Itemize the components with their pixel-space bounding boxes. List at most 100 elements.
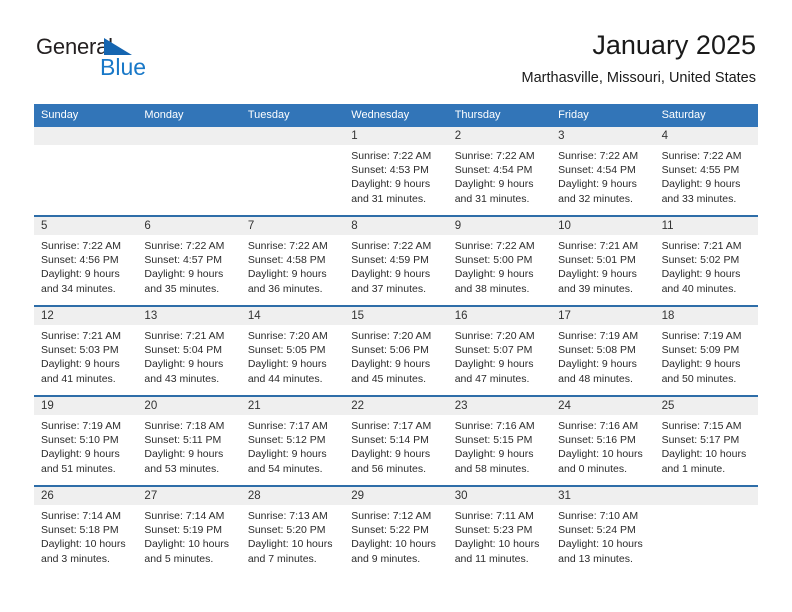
sunset-text: Sunset: 5:20 PM — [247, 524, 326, 537]
sunset-text: Sunset: 4:55 PM — [661, 164, 740, 177]
day-cell[interactable]: 5 Sunrise: 7:22 AM Sunset: 4:56 PM Dayli… — [34, 217, 138, 305]
sunrise-text: Sunrise: 7:19 AM — [661, 330, 742, 342]
day-info: Sunrise: 7:10 AM Sunset: 5:24 PM Dayligh… — [551, 505, 654, 566]
sunset-text: Sunset: 5:01 PM — [558, 254, 636, 267]
daylight-text-line1: Daylight: 9 hours — [661, 268, 741, 281]
daylight-text-line1: Daylight: 9 hours — [41, 358, 120, 371]
day-number: 5 — [34, 217, 138, 235]
day-cell[interactable]: 12 Sunrise: 7:21 AM Sunset: 5:03 PM Dayl… — [34, 307, 138, 395]
sunrise-text: Sunrise: 7:17 AM — [351, 420, 432, 432]
brand-name-blue: Blue — [100, 54, 147, 80]
daylight-text-line1: Daylight: 10 hours — [351, 538, 436, 551]
day-cell[interactable]: 31 Sunrise: 7:10 AM Sunset: 5:24 PM Dayl… — [551, 487, 655, 575]
sunrise-text: Sunrise: 7:19 AM — [41, 420, 121, 432]
day-info: Sunrise: 7:17 AM Sunset: 5:12 PM Dayligh… — [241, 415, 344, 476]
location-subtitle: Marthasville, Missouri, United States — [521, 70, 757, 86]
sunrise-text: Sunrise: 7:22 AM — [661, 150, 742, 162]
day-cell[interactable]: 4 Sunrise: 7:22 AM Sunset: 4:55 PM Dayli… — [654, 127, 758, 215]
day-number: 29 — [344, 487, 448, 505]
day-info: Sunrise: 7:15 AM Sunset: 5:17 PM Dayligh… — [655, 415, 758, 476]
day-cell[interactable]: 1 Sunrise: 7:22 AM Sunset: 4:53 PM Dayli… — [344, 127, 448, 215]
day-cell[interactable]: 19 Sunrise: 7:19 AM Sunset: 5:10 PM Dayl… — [34, 397, 138, 485]
day-cell[interactable]: 29 Sunrise: 7:12 AM Sunset: 5:22 PM Dayl… — [344, 487, 448, 575]
day-cell[interactable]: 13 Sunrise: 7:21 AM Sunset: 5:04 PM Dayl… — [137, 307, 241, 395]
day-cell[interactable]: 11 Sunrise: 7:21 AM Sunset: 5:02 PM Dayl… — [654, 217, 758, 305]
day-info: Sunrise: 7:22 AM Sunset: 4:59 PM Dayligh… — [344, 235, 447, 296]
calendar-page: General Blue January 2025 Marthasville, … — [0, 0, 792, 612]
day-number: 1 — [344, 127, 448, 145]
day-cell[interactable]: 30 Sunrise: 7:11 AM Sunset: 5:23 PM Dayl… — [447, 487, 552, 575]
daylight-text-line2: and 50 minutes. — [661, 372, 737, 385]
day-cell[interactable]: 26 Sunrise: 7:14 AM Sunset: 5:18 PM Dayl… — [34, 487, 138, 575]
day-info: Sunrise: 7:16 AM Sunset: 5:16 PM Dayligh… — [551, 415, 654, 476]
day-cell[interactable]: 9 Sunrise: 7:22 AM Sunset: 5:00 PM Dayli… — [447, 217, 552, 305]
day-cell[interactable]: 28 Sunrise: 7:13 AM Sunset: 5:20 PM Dayl… — [240, 487, 345, 575]
day-info: Sunrise: 7:22 AM Sunset: 4:56 PM Dayligh… — [34, 235, 137, 296]
daylight-text-line1: Daylight: 9 hours — [144, 448, 224, 461]
sunset-text: Sunset: 5:05 PM — [247, 344, 326, 357]
day-cell[interactable]: 14 Sunrise: 7:20 AM Sunset: 5:05 PM Dayl… — [240, 307, 345, 395]
day-cell[interactable]: 24 Sunrise: 7:16 AM Sunset: 5:16 PM Dayl… — [551, 397, 655, 485]
daylight-text-line1: Daylight: 9 hours — [661, 178, 741, 191]
sunset-text: Sunset: 5:15 PM — [454, 434, 533, 447]
sunrise-text: Sunrise: 7:20 AM — [454, 330, 535, 342]
daylight-text-line2: and 41 minutes. — [41, 372, 116, 385]
sunrise-text: Sunrise: 7:16 AM — [454, 420, 535, 432]
daylight-text-line2: and 13 minutes. — [558, 552, 633, 565]
day-info: Sunrise: 7:18 AM Sunset: 5:11 PM Dayligh… — [137, 415, 240, 476]
day-info: Sunrise: 7:22 AM Sunset: 4:57 PM Dayligh… — [137, 235, 240, 296]
day-cell[interactable]: 21 Sunrise: 7:17 AM Sunset: 5:12 PM Dayl… — [240, 397, 345, 485]
day-cell[interactable]: 25 Sunrise: 7:15 AM Sunset: 5:17 PM Dayl… — [654, 397, 758, 485]
day-cell[interactable]: 10 Sunrise: 7:21 AM Sunset: 5:01 PM Dayl… — [551, 217, 655, 305]
day-number — [137, 127, 241, 145]
daylight-text-line1: Daylight: 9 hours — [661, 358, 741, 371]
daylight-text-line1: Daylight: 10 hours — [558, 538, 643, 551]
sunset-text: Sunset: 5:11 PM — [144, 434, 222, 447]
day-cell[interactable]: 22 Sunrise: 7:17 AM Sunset: 5:14 PM Dayl… — [344, 397, 448, 485]
day-cell[interactable]: 27 Sunrise: 7:14 AM Sunset: 5:19 PM Dayl… — [137, 487, 241, 575]
sunset-text: Sunset: 4:54 PM — [454, 164, 533, 177]
day-info: Sunrise: 7:19 AM Sunset: 5:09 PM Dayligh… — [655, 325, 758, 386]
sunset-text: Sunset: 4:54 PM — [558, 164, 636, 177]
day-info: Sunrise: 7:14 AM Sunset: 5:19 PM Dayligh… — [137, 505, 240, 566]
day-cell[interactable]: 16 Sunrise: 7:20 AM Sunset: 5:07 PM Dayl… — [447, 307, 552, 395]
daylight-text-line1: Daylight: 9 hours — [144, 358, 224, 371]
day-info: Sunrise: 7:22 AM Sunset: 4:53 PM Dayligh… — [344, 145, 447, 206]
day-cell[interactable]: 2 Sunrise: 7:22 AM Sunset: 4:54 PM Dayli… — [447, 127, 552, 215]
day-cell[interactable]: 8 Sunrise: 7:22 AM Sunset: 4:59 PM Dayli… — [344, 217, 448, 305]
daylight-text-line2: and 35 minutes. — [144, 282, 220, 295]
day-number: 9 — [447, 217, 552, 235]
sunrise-text: Sunrise: 7:22 AM — [247, 240, 328, 252]
sunset-text: Sunset: 4:59 PM — [351, 254, 429, 267]
brand-logo[interactable]: General Blue — [36, 34, 236, 92]
sunset-text: Sunset: 5:04 PM — [144, 344, 223, 357]
day-info: Sunrise: 7:14 AM Sunset: 5:18 PM Dayligh… — [34, 505, 137, 566]
sunset-text: Sunset: 5:07 PM — [454, 344, 533, 357]
day-number: 16 — [447, 307, 552, 325]
day-cell[interactable]: 6 Sunrise: 7:22 AM Sunset: 4:57 PM Dayli… — [137, 217, 241, 305]
day-cell[interactable]: 23 Sunrise: 7:16 AM Sunset: 5:15 PM Dayl… — [447, 397, 552, 485]
week-row: 19 Sunrise: 7:19 AM Sunset: 5:10 PM Dayl… — [34, 395, 758, 485]
sunrise-text: Sunrise: 7:18 AM — [144, 420, 225, 432]
day-number: 22 — [344, 397, 448, 415]
day-cell[interactable]: 18 Sunrise: 7:19 AM Sunset: 5:09 PM Dayl… — [654, 307, 758, 395]
day-cell[interactable]: 17 Sunrise: 7:19 AM Sunset: 5:08 PM Dayl… — [551, 307, 655, 395]
sunrise-text: Sunrise: 7:15 AM — [661, 420, 742, 432]
daylight-text-line2: and 37 minutes. — [351, 282, 426, 295]
daylight-text-line2: and 43 minutes. — [144, 372, 220, 385]
day-cell[interactable]: 15 Sunrise: 7:20 AM Sunset: 5:06 PM Dayl… — [344, 307, 448, 395]
day-cell[interactable]: 3 Sunrise: 7:22 AM Sunset: 4:54 PM Dayli… — [551, 127, 655, 215]
daylight-text-line1: Daylight: 9 hours — [247, 268, 327, 281]
day-info: Sunrise: 7:13 AM Sunset: 5:20 PM Dayligh… — [241, 505, 344, 566]
daylight-text-line1: Daylight: 9 hours — [558, 268, 637, 281]
weekday-thursday: Thursday — [454, 109, 501, 121]
daylight-text-line1: Daylight: 9 hours — [351, 268, 431, 281]
day-number: 21 — [240, 397, 345, 415]
day-cell[interactable]: 20 Sunrise: 7:18 AM Sunset: 5:11 PM Dayl… — [137, 397, 241, 485]
day-number: 18 — [654, 307, 758, 325]
day-number — [240, 127, 345, 145]
day-cell[interactable]: 7 Sunrise: 7:22 AM Sunset: 4:58 PM Dayli… — [240, 217, 345, 305]
sunrise-text: Sunrise: 7:22 AM — [351, 240, 432, 252]
sunset-text: Sunset: 4:57 PM — [144, 254, 223, 267]
day-number: 12 — [34, 307, 138, 325]
